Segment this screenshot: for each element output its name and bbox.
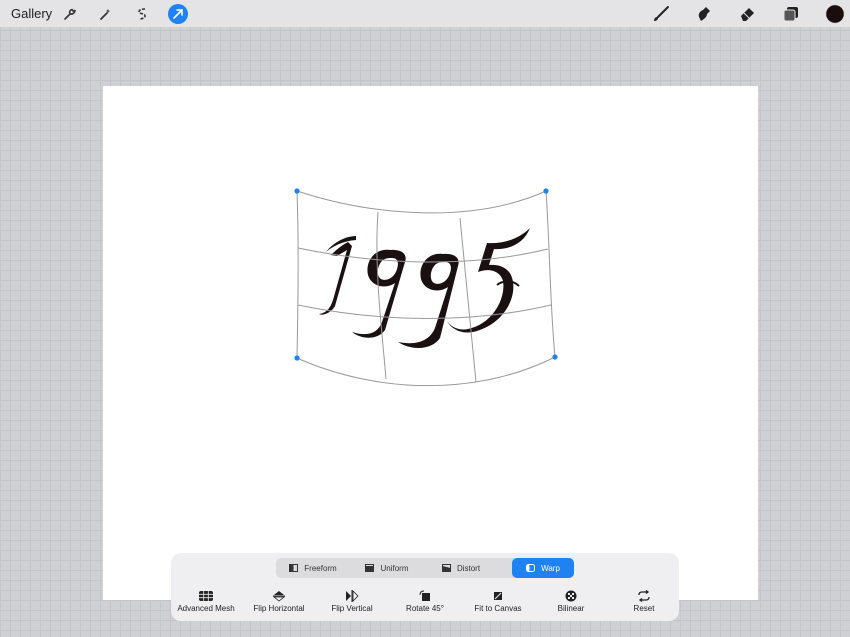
mode-freeform[interactable]: Freeform (276, 558, 350, 578)
eraser-icon[interactable] (738, 4, 758, 24)
warp-handle-bottom-left[interactable] (294, 355, 300, 361)
flip-horizontal-icon (272, 591, 286, 602)
mode-distort[interactable]: Distort (424, 558, 498, 578)
transform-arrow-icon[interactable] (168, 4, 188, 24)
selection-icon[interactable] (132, 4, 152, 24)
mode-warp[interactable]: Warp (512, 558, 574, 578)
magic-wand-icon[interactable] (95, 4, 115, 24)
drawing-canvas[interactable] (103, 86, 758, 600)
bilinear-button[interactable]: Bilinear (536, 587, 606, 613)
warp-handle-top-right[interactable] (543, 188, 549, 194)
warp-icon (526, 564, 536, 572)
fit-canvas-icon (494, 592, 502, 600)
mode-uniform[interactable]: Uniform (350, 558, 424, 578)
fit-to-canvas-button[interactable]: Fit to Canvas (463, 587, 533, 613)
mesh-icon (199, 591, 213, 601)
transform-panel: Freeform Uniform Distort Warp Advanced M… (171, 553, 679, 621)
flip-vertical-button[interactable]: Flip Vertical (317, 587, 387, 613)
distort-icon (441, 564, 451, 572)
layers-icon[interactable] (781, 4, 801, 24)
warp-handle-bottom-right[interactable] (552, 354, 558, 360)
flip-vertical-icon (346, 590, 359, 602)
reset-button[interactable]: Reset (609, 587, 679, 613)
advanced-mesh-button[interactable]: Advanced Mesh (171, 587, 241, 613)
top-toolbar: Gallery (0, 0, 850, 27)
transform-mode-selector: Freeform Uniform Distort Warp (276, 558, 574, 578)
freeform-icon (289, 564, 299, 572)
bilinear-icon (565, 590, 577, 602)
brush-icon[interactable] (651, 4, 671, 24)
uniform-icon (365, 564, 375, 572)
smudge-icon[interactable] (694, 4, 714, 24)
flip-horizontal-button[interactable]: Flip Horizontal (244, 587, 314, 613)
rotate-45-button[interactable]: Rotate 45° (390, 587, 460, 613)
transform-actions: Advanced Mesh Flip Horizontal Flip Verti… (171, 587, 679, 621)
gallery-button[interactable]: Gallery (11, 6, 52, 21)
color-swatch-icon[interactable] (824, 3, 846, 25)
wrench-icon[interactable] (60, 4, 80, 24)
warp-handle-top-left[interactable] (294, 188, 300, 194)
rotate-icon (419, 590, 430, 601)
reset-icon (638, 590, 650, 602)
